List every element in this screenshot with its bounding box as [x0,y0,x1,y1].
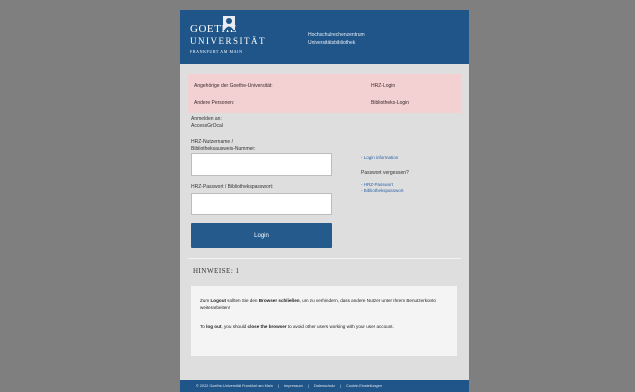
password-label: HRZ-Passwort / Bibliothekspasswort: [191,184,274,190]
hint-german-text: sollten Sie den [226,298,259,303]
page-footer: © 2022 Goethe-Universität Frankfurt am M… [180,380,469,392]
login-button[interactable]: Login [191,223,332,248]
library-password-link[interactable]: - Bibliothekspasswort [361,188,404,194]
footer-datenschutz-link[interactable]: Datenschutz [314,380,335,392]
footer-impressum-link[interactable]: Impressum [284,380,303,392]
footer-separator: | [307,384,309,388]
institution-line-ub: Universitätsbibliothek [308,40,356,46]
username-input[interactable] [191,153,332,176]
logo-frankfurt-text: FRANKFURT AM MAIN [190,49,243,54]
signin-target: Anmelden an: AccessGrOcal [191,116,223,130]
hint-german-bold-logout: Logout [210,298,227,303]
hint-german-bold-browser: Browser schließen [258,298,300,303]
username-label: HRZ-Nutzername / Bibliotheksausweis-Numm… [191,139,255,153]
hints-box: Zum Logout sollten Sie den Browser schli… [191,286,457,356]
hint-english-text: , you should [221,324,248,329]
signin-target-line2: AccessGrOcal [191,123,223,129]
logo-universitat-text: UNIVERSITÄT [190,36,266,46]
footer-copyright: © 2022 Goethe-Universität Frankfurt am M… [196,384,273,388]
page-header: GOETHE UNIVERSITÄT FRANKFURT AM MAIN Hoc… [180,10,469,64]
login-panel: GOETHE UNIVERSITÄT FRANKFURT AM MAIN Hoc… [180,10,469,392]
library-login-link[interactable]: Bibliotheks-Login [371,100,409,106]
institution-names: Hochschulrechenzentrum Universitätsbibli… [308,31,365,47]
band-label-others: Andere Personen: [194,100,235,106]
hrz-login-link[interactable]: HRZ-Login [371,83,395,89]
hint-german-text: Zum [200,298,211,303]
username-label-line1: HRZ-Nutzername / [191,139,233,145]
section-divider [188,258,461,259]
band-label-members: Angehörige der Goethe-Universität: [194,83,273,89]
signin-target-line1: Anmelden an: [191,116,222,122]
hint-english-bold-browser: close the browser [247,324,287,329]
forgot-password-label: Passwort vergessen? [361,170,409,176]
hint-english: To log out, you should close the browser… [200,323,451,330]
password-input[interactable] [191,193,332,215]
hints-title: HINWEISE: 1 [193,267,240,275]
goethe-portrait-icon [223,16,235,30]
login-type-band: Angehörige der Goethe-Universität: Ander… [188,74,461,113]
hint-english-bold-logout: log out [206,324,222,329]
institution-line-hrz: Hochschulrechenzentrum [308,32,365,38]
footer-cookie-link[interactable]: Cookie-Einstellungen [346,380,382,392]
footer-separator: | [340,384,342,388]
footer-separator: | [277,384,279,388]
login-information-link[interactable]: - Login information [361,155,398,161]
hint-german: Zum Logout sollten Sie den Browser schli… [200,297,451,311]
hint-english-text: to avoid other users working with your u… [286,324,394,329]
username-label-line2: Bibliotheksausweis-Nummer: [191,146,256,152]
